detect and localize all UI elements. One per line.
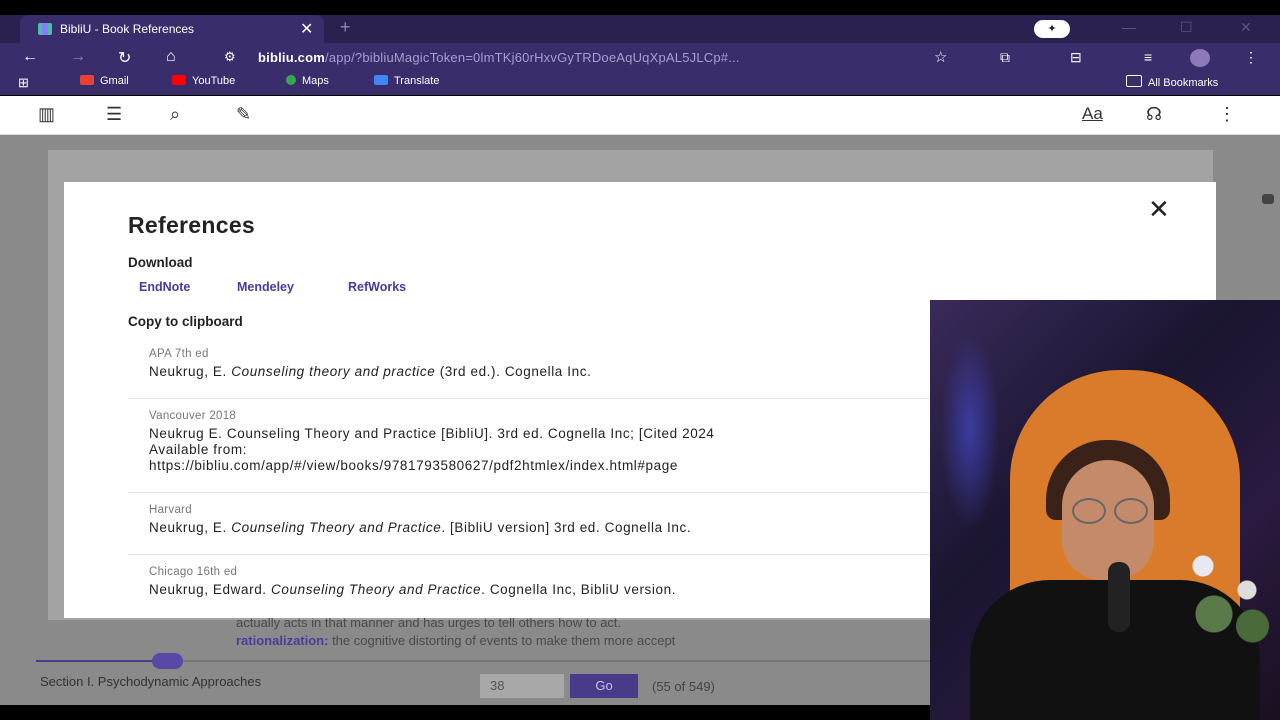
back-icon[interactable]: ←	[22, 48, 38, 66]
youtube-icon	[172, 75, 186, 85]
forward-icon[interactable]: →	[70, 48, 86, 66]
copy-heading: Copy to clipboard	[128, 314, 243, 329]
browser-tab[interactable]: BibliU - Book References ✕	[20, 15, 324, 43]
read-aloud-icon[interactable]: ☊	[1146, 104, 1162, 125]
citation-style-label: Harvard	[149, 504, 193, 516]
extensions-icon[interactable]: ⧉	[1000, 49, 1010, 66]
site-settings-icon[interactable]: ⚙	[224, 49, 236, 65]
maximize-icon[interactable]: ☐	[1180, 19, 1193, 36]
apps-grid-icon[interactable]: ⊞	[18, 75, 29, 91]
close-icon[interactable]: ✕	[1148, 194, 1170, 225]
endnote-link[interactable]: EndNote	[139, 280, 190, 294]
address-url[interactable]: bibliu.com/app/?bibliuMagicToken=0lmTKj6…	[258, 50, 740, 65]
reload-icon[interactable]: ↻	[118, 48, 131, 68]
home-icon[interactable]: ⌂	[166, 48, 176, 66]
all-bookmarks[interactable]: All Bookmarks	[1126, 75, 1218, 89]
tab-title: BibliU - Book References	[60, 22, 195, 36]
page-number-input[interactable]: 38	[480, 674, 564, 698]
gemini-icon[interactable]: ✦	[1034, 20, 1070, 38]
citation-text: Neukrug E. Counseling Theory and Practic…	[149, 426, 715, 441]
tab-close-button[interactable]: ✕	[300, 19, 313, 39]
address-bar[interactable]: ⚙ bibliu.com/app/?bibliuMagicToken=0lmTK…	[218, 46, 978, 70]
contents-icon[interactable]: ☰	[106, 104, 122, 125]
bookmark-maps[interactable]: Maps	[286, 75, 329, 87]
bookmark-translate[interactable]: Translate	[374, 75, 439, 87]
go-button[interactable]: Go	[570, 674, 638, 698]
search-icon[interactable]: ⌕	[170, 104, 180, 125]
page-text-line: rationalization: the cognitive distortin…	[236, 633, 676, 648]
font-settings-button[interactable]: Aa	[1082, 104, 1103, 124]
mendeley-link[interactable]: Mendeley	[237, 280, 294, 294]
profile-avatar[interactable]	[1190, 49, 1210, 67]
scrollbar-thumb[interactable]	[1262, 194, 1274, 204]
translate-icon	[374, 75, 388, 85]
tab-search-icon[interactable]: ⊟	[1070, 49, 1082, 66]
section-label: Section I. Psychodynamic Approaches	[40, 674, 262, 689]
more-options-icon[interactable]: ⋮	[1218, 104, 1236, 125]
citation-text: Neukrug, Edward. Counseling Theory and P…	[149, 582, 677, 597]
flowers-decoration	[1170, 530, 1280, 650]
citation-text: Neukrug, E. Counseling theory and practi…	[149, 364, 592, 379]
page-count: (55 of 549)	[652, 679, 715, 694]
bookmark-star-icon[interactable]: ☆	[934, 48, 947, 66]
page-term: rationalization:	[236, 633, 329, 648]
microphone-icon	[1108, 562, 1130, 632]
citation-text: Available from:	[149, 442, 248, 457]
glasses-right	[1114, 498, 1148, 524]
modal-title: References	[128, 212, 256, 238]
bookmark-gmail[interactable]: Gmail	[80, 75, 129, 87]
page-slider-fill	[36, 660, 168, 662]
webcam-light	[940, 330, 1000, 530]
webcam-overlay	[930, 300, 1280, 720]
citation-style-label: APA 7th ed	[149, 348, 209, 360]
refworks-link[interactable]: RefWorks	[348, 280, 406, 294]
new-tab-button[interactable]: +	[340, 17, 351, 38]
media-control-icon[interactable]: ≡	[1144, 49, 1152, 65]
window-close-icon[interactable]: ✕	[1240, 19, 1252, 36]
menu-icon[interactable]: ⋮	[1244, 49, 1258, 66]
glasses-left	[1072, 498, 1106, 524]
citation-url: https://bibliu.com/app/#/view/books/9781…	[149, 458, 678, 473]
citation-style-label: Chicago 16th ed	[149, 566, 238, 578]
library-icon[interactable]: ▥	[38, 104, 55, 125]
bookmark-youtube[interactable]: YouTube	[172, 75, 235, 87]
citation-style-label: Vancouver 2018	[149, 410, 237, 422]
minimize-icon[interactable]: —	[1122, 19, 1136, 35]
citation-text: Neukrug, E. Counseling Theory and Practi…	[149, 520, 692, 535]
folder-icon	[1126, 75, 1142, 87]
page-slider-handle[interactable]	[152, 653, 183, 669]
bibliu-favicon-icon	[38, 23, 52, 35]
gmail-icon	[80, 75, 94, 85]
annotate-pencil-icon[interactable]: ✎	[236, 104, 251, 125]
maps-icon	[286, 75, 296, 85]
download-heading: Download	[128, 255, 193, 270]
